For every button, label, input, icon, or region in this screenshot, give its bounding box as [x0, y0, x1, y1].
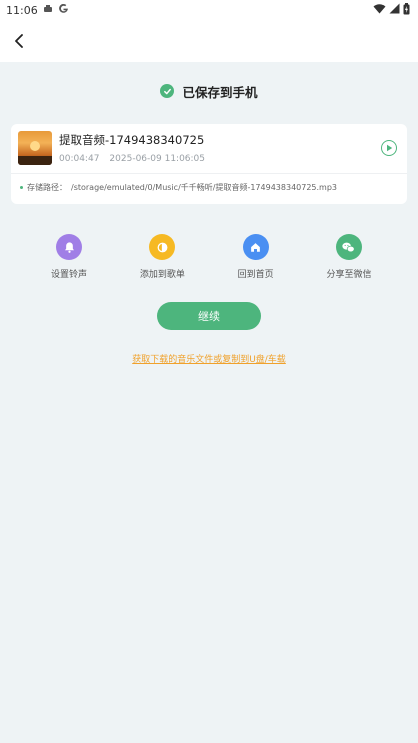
action-add-to-playlist[interactable]: 添加到歌单 [117, 234, 207, 290]
notification-android-icon [43, 4, 53, 17]
track-title: 提取音频-1749438340725 [59, 133, 205, 147]
back-button[interactable] [8, 29, 32, 53]
status-bar: 11:06 [0, 0, 418, 20]
storage-path-label: 存储路径： [27, 183, 67, 192]
continue-button[interactable]: 继续 [157, 302, 261, 330]
storage-path-value: /storage/emulated/0/Music/千千畅听/提取音频-1749… [71, 183, 338, 192]
bullet-dot [20, 186, 23, 189]
divider [11, 173, 407, 174]
status-time: 11:06 [6, 3, 38, 17]
action-share-wechat[interactable]: 分享至微信 [304, 234, 394, 290]
track-duration: 00:04:47 [59, 154, 100, 164]
top-bar [0, 20, 418, 62]
action-label: 分享至微信 [326, 270, 372, 280]
play-button[interactable] [381, 140, 397, 156]
track-datetime: 2025-06-09 11:06:05 [109, 154, 206, 164]
action-label: 设置铃声 [50, 270, 87, 280]
wifi-icon [373, 3, 386, 17]
saved-text: 已保存到手机 [182, 84, 258, 100]
help-link[interactable]: 获取下载的音乐文件或复制到U盘/车载 [0, 352, 418, 365]
google-icon [58, 3, 69, 17]
storage-path: 存储路径： /storage/emulated/0/Music/千千畅听/提取音… [20, 182, 337, 193]
track-meta: 00:04:47 2025-06-09 11:06:05 [59, 154, 205, 164]
signal-icon [389, 3, 400, 17]
play-icon [386, 144, 392, 152]
action-set-ringtone[interactable]: 设置铃声 [24, 234, 114, 290]
track-card: 提取音频-1749438340725 00:04:47 2025-06-09 1… [11, 124, 407, 204]
action-go-home[interactable]: 回到首页 [211, 234, 301, 290]
battery-icon [403, 2, 410, 18]
playlist-add-icon [149, 234, 176, 260]
action-label: 回到首页 [237, 270, 274, 280]
home-icon [242, 234, 269, 260]
saved-notice: 已保存到手机 [0, 80, 418, 102]
bell-icon [56, 234, 82, 260]
action-label: 添加到歌单 [139, 270, 185, 280]
check-circle-icon [160, 84, 175, 98]
track-thumbnail [18, 131, 52, 165]
wechat-icon [335, 234, 362, 260]
arrow-left-icon [15, 34, 23, 48]
action-row: 设置铃声 添加到歌单 回到首页 分享至微信 [24, 234, 394, 290]
